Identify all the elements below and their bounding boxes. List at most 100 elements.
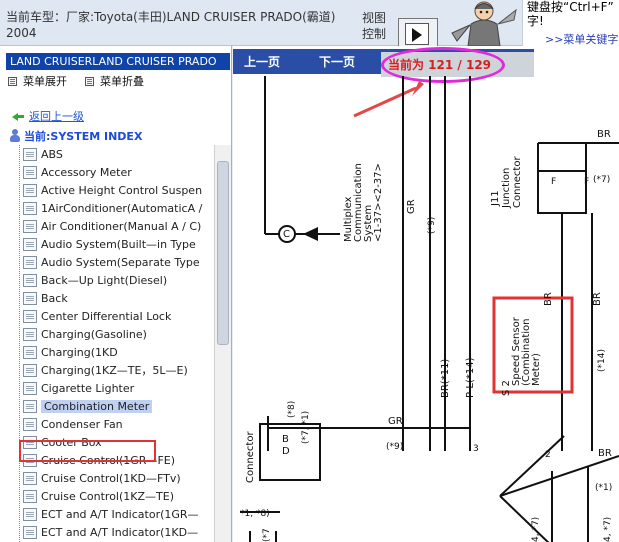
play-arrow-icon — [405, 23, 429, 45]
tree-item[interactable]: Condenser Fan — [23, 415, 214, 433]
expand-menu-button[interactable]: 菜单展开 — [8, 73, 67, 89]
star9-bottom-label: (*9) — [386, 442, 403, 452]
connector-left-label: Connector — [245, 431, 256, 483]
scroll-thumb[interactable] — [217, 161, 229, 345]
tree-item[interactable]: Back — [23, 289, 214, 307]
br-top-label: BR — [597, 129, 611, 140]
tree-item[interactable]: Charging(Gasoline) — [23, 325, 214, 343]
tree-item-label: Audio System(Separate Type — [41, 255, 200, 269]
tree-item-label: ECT and A/T Indicator(1KD— — [41, 525, 199, 539]
document-icon — [23, 327, 37, 341]
b-pin-label: B — [282, 434, 289, 445]
tree-item[interactable]: Active Height Control Suspen — [23, 181, 214, 199]
pin4-label: 4, *7) — [603, 517, 613, 542]
back-link[interactable]: 返回上一级 — [12, 108, 84, 124]
tree-item-label: Air Conditioner(Manual A / C) — [41, 219, 202, 233]
diagram-frame: 上一页 下一页 当前为 121 / 129 C Multiplex Commun… — [233, 46, 619, 542]
tree-item-label: Charging(1KZ—TE，5L—E) — [41, 364, 188, 377]
back-arrow-icon — [12, 111, 25, 121]
collapse-menu-label: 菜单折叠 — [100, 75, 144, 88]
star14-label: (*14) — [597, 349, 607, 372]
j11-label: J11 — [490, 190, 501, 207]
star8-label: (*8) — [287, 401, 297, 418]
current-index: 当前:SYSTEM INDEX — [10, 128, 142, 144]
tree-item-label: Accessory Meter — [41, 165, 132, 179]
tree-item-label: Combination Meter — [41, 399, 153, 413]
star7-1-label: (*7, *1) — [301, 411, 311, 444]
star7-top-label: (*7) — [593, 175, 610, 185]
tree-item[interactable]: Back—Up Light(Diesel) — [23, 271, 214, 289]
star4-label: 4, *7) — [531, 517, 541, 542]
car-title: LAND CRUISERLAND CRUISER PRADO — [6, 53, 230, 70]
tree-item-label: Cigarette Lighter — [41, 381, 135, 395]
left-panel: LAND CRUISERLAND CRUISER PRADO 菜单展开 菜单折叠… — [0, 46, 232, 542]
connector-arrow-icon — [303, 227, 318, 241]
tree-item-label: Center DifferentiaI Lock — [41, 309, 172, 323]
current-index-label: 当前:SYSTEM INDEX — [24, 130, 143, 143]
tree-item[interactable]: Air Conditioner(Manual A / C) — [23, 217, 214, 235]
tree-item-label: Back — [41, 291, 68, 305]
help-text-line1: 键盘按“Ctrl+F” — [527, 0, 614, 14]
document-icon — [23, 237, 37, 251]
system-tree: ABS Accessory Meter Active Height Contro… — [0, 145, 214, 542]
document-icon — [23, 219, 37, 233]
tree-item[interactable]: Audio System(Separate Type — [23, 253, 214, 271]
tree-scrollbar[interactable] — [214, 145, 231, 542]
tree-item-label: 1AirConditioner(AutomaticA / — [41, 201, 203, 215]
page-nav-bar: 上一页 下一页 当前为 121 / 129 — [233, 47, 534, 83]
tree-item[interactable]: Cigarette Lighter — [23, 379, 214, 397]
tree-item-combination-meter[interactable]: Combination Meter — [23, 397, 214, 415]
tree-item[interactable]: Charging(1KD — [23, 343, 214, 361]
wire — [499, 495, 550, 542]
tree-item[interactable]: ECT and A/T Indicator(1KD— — [23, 523, 214, 541]
pins-label: <1-37><2-37> — [373, 163, 384, 242]
tree-item[interactable]: 1AirConditioner(AutomaticA / — [23, 199, 214, 217]
tree-item-label: Cruise Control(1KD—FTv) — [41, 471, 181, 485]
tree-item-label: Charging(1KD — [41, 345, 118, 359]
gr-top-label: GR — [406, 199, 417, 214]
document-icon — [23, 165, 37, 179]
annotation-arrow — [353, 86, 417, 118]
tree-item-label: ABS — [41, 147, 63, 161]
tree-item[interactable]: Cruise Control(1KD—FTv) — [23, 469, 214, 487]
keyword-menu-link[interactable]: >>菜单关键字 — [545, 31, 618, 47]
collapse-menu-icon — [85, 76, 94, 86]
f-right-label: F — [584, 177, 589, 187]
prev-page-button[interactable]: 上一页 — [244, 53, 280, 70]
tree-item-label: Active Height Control Suspen — [41, 183, 203, 197]
tree-item-label: Cruise Control(1KZ—TE) — [41, 489, 174, 503]
br-mid2-label: BR — [592, 292, 603, 306]
tree-item[interactable]: Accessory Meter — [23, 163, 214, 181]
tree-item[interactable]: Charging(1KZ—TE，5L—E) — [23, 361, 214, 379]
expand-menu-icon — [8, 76, 17, 86]
tree-item[interactable]: Audio System(Built—in Type — [23, 235, 214, 253]
collapse-menu-button[interactable]: 菜单折叠 — [85, 73, 144, 89]
next-page-button[interactable]: 下一页 — [319, 53, 355, 70]
back-link-label: 返回上一级 — [29, 110, 84, 123]
c-node-label: C — [283, 229, 290, 240]
selection-highlight-box — [19, 440, 156, 462]
star7-b-label: (*7 — [262, 528, 272, 542]
tree-guide-line — [19, 145, 20, 542]
tree-item[interactable]: Cruise Control(1KZ—TE) — [23, 487, 214, 505]
junction-label: Junction — [501, 168, 512, 209]
d-pin-label: D — [282, 446, 290, 457]
tree-item-label: Back—Up Light(Diesel) — [41, 273, 168, 287]
pin3-label: 3 — [473, 444, 479, 454]
br-mid-label: BR — [543, 292, 554, 306]
tree-item[interactable]: ECT and A/T Indicator(1GR— — [23, 505, 214, 523]
view-control-label: 视图控制 — [362, 11, 387, 41]
tree-item[interactable]: ABS — [23, 145, 214, 163]
document-icon — [23, 273, 37, 287]
f-left-label: F — [551, 177, 556, 187]
connector-top-label: Connector — [512, 156, 523, 208]
star1-label: (*1) — [595, 483, 612, 493]
gr-bottom-label: GR — [388, 416, 403, 427]
wiring-diagram: C Multiplex Communication System <1-37><… — [240, 76, 619, 542]
document-icon — [23, 525, 37, 539]
br-star11-label: BR(*11) — [440, 359, 451, 398]
star9-label: (*9) — [427, 217, 437, 234]
document-icon — [23, 399, 37, 413]
tree-item[interactable]: Center DifferentiaI Lock — [23, 307, 214, 325]
document-icon — [23, 345, 37, 359]
